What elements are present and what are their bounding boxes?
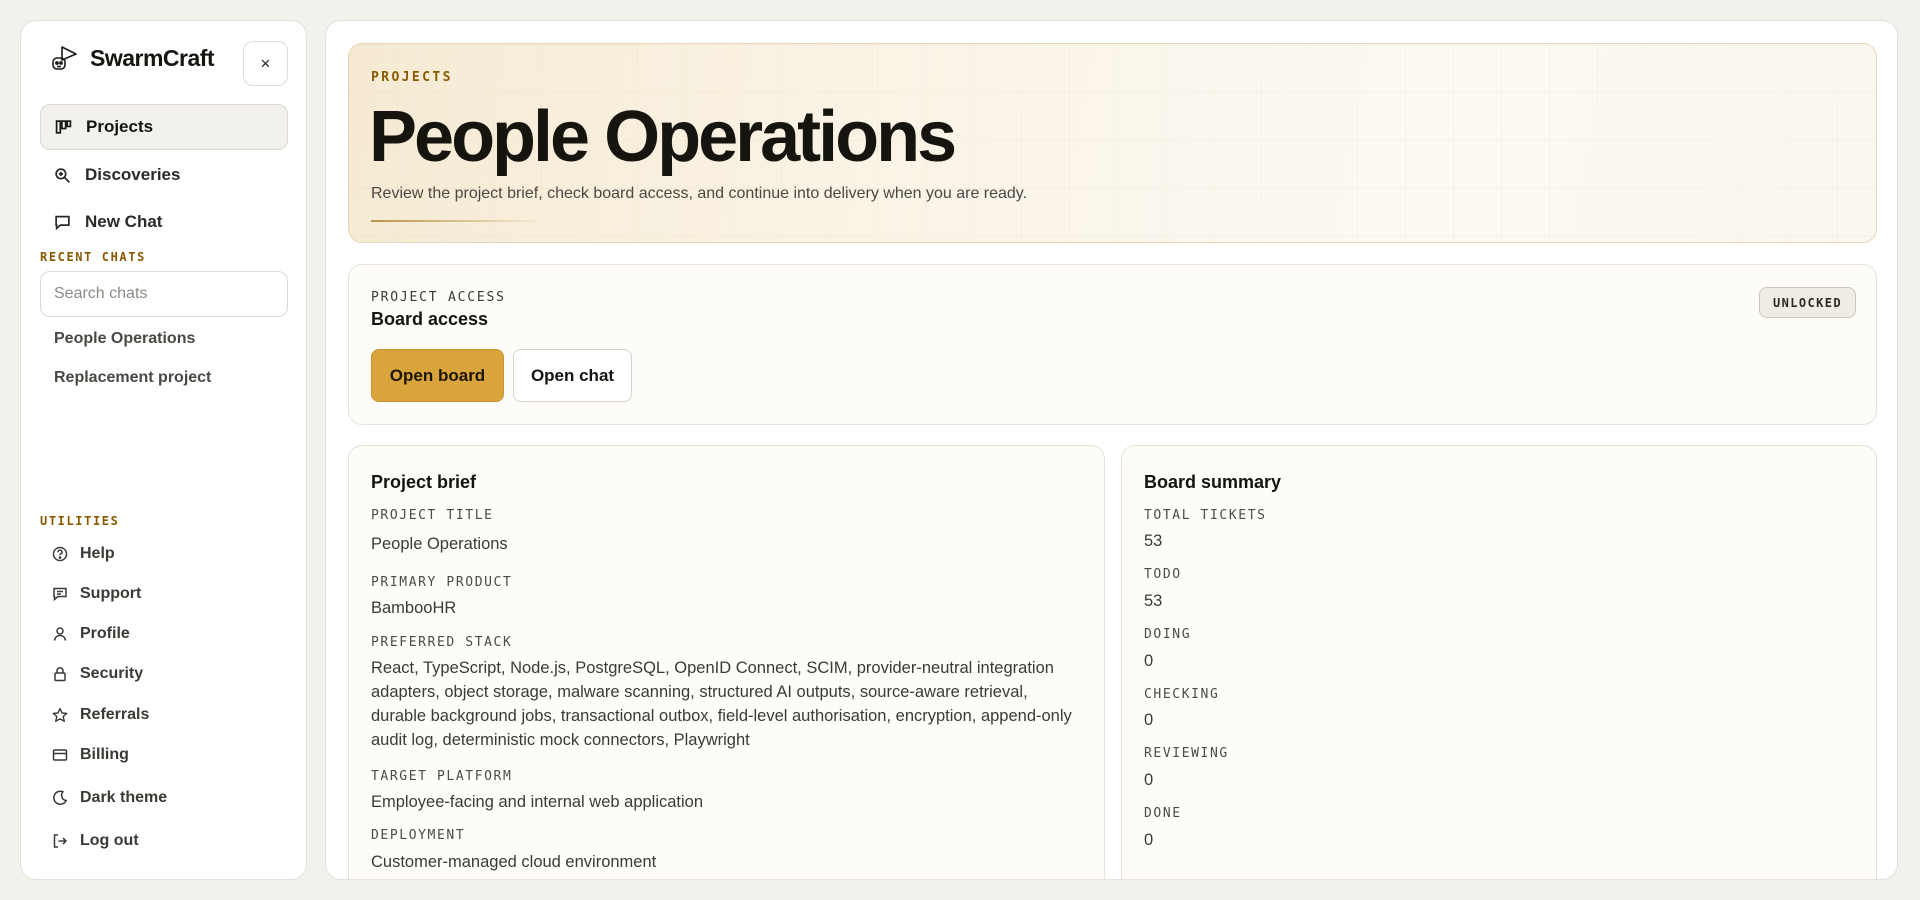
field-label: PRIMARY PRODUCT (371, 575, 513, 590)
stat-label: TOTAL TICKETS (1144, 508, 1267, 523)
field-label: TARGET PLATFORM (371, 769, 513, 784)
field-value: Customer-managed cloud environment (371, 853, 657, 871)
stat-value: 0 (1144, 711, 1154, 729)
field-value: React, TypeScript, Node.js, PostgreSQL, … (371, 659, 1072, 749)
util-item-profile[interactable]: Profile (40, 616, 288, 652)
util-item-label: Help (80, 545, 115, 562)
search-zoom-icon (55, 167, 71, 183)
moon-icon (53, 790, 68, 805)
stat-value: 53 (1144, 532, 1163, 550)
recent-chat-item[interactable]: People Operations (54, 330, 195, 348)
project-hero: PROJECTS People Operations Review the pr… (348, 43, 1877, 243)
nav-item-label: New Chat (85, 212, 163, 231)
open-chat-button[interactable]: Open chat (513, 349, 632, 402)
util-item-dark-theme[interactable]: Dark theme (40, 780, 288, 816)
search-chats-input[interactable] (40, 271, 288, 317)
stat-label: REVIEWING (1144, 746, 1229, 761)
project-brief-card: Project brief PROJECT TITLE People Opera… (348, 445, 1105, 879)
field-label: PREFERRED STACK (371, 635, 513, 650)
close-sidebar-button[interactable]: × (243, 41, 288, 86)
util-item-security[interactable]: Security (40, 656, 288, 692)
page-title: People Operations (369, 97, 957, 177)
stat-value: 0 (1144, 771, 1154, 789)
logout-icon (53, 834, 68, 848)
stat-label: CHECKING (1144, 687, 1220, 702)
util-item-referrals[interactable]: Referrals (40, 697, 288, 733)
util-item-label: Billing (80, 746, 129, 763)
help-circle-icon (52, 546, 68, 562)
main-panel: PROJECTS People Operations Review the pr… (325, 20, 1898, 880)
nav-item-discoveries[interactable]: Discoveries (40, 152, 288, 198)
close-icon: × (260, 53, 271, 73)
stat-value: 0 (1144, 831, 1154, 849)
lock-icon (54, 667, 66, 682)
card-title: Project brief (371, 472, 477, 492)
util-item-label: Referrals (80, 706, 150, 723)
util-item-log-out[interactable]: Log out (40, 823, 288, 859)
stat-label: TODO (1144, 567, 1182, 582)
field-value: Employee-facing and internal web applica… (371, 793, 704, 811)
star-icon (52, 707, 68, 722)
util-item-label: Dark theme (80, 789, 168, 806)
access-title: Board access (371, 309, 489, 329)
util-item-billing[interactable]: Billing (40, 737, 288, 773)
chat-bubble-icon (55, 215, 70, 230)
field-label: PROJECT TITLE (371, 508, 494, 523)
open-board-button[interactable]: Open board (371, 349, 504, 402)
stat-value: 53 (1144, 592, 1163, 610)
util-item-label: Profile (80, 625, 130, 642)
hero-description: Review the project brief, check board ac… (371, 185, 1028, 202)
nav-item-label: Projects (86, 117, 154, 136)
stat-value: 0 (1144, 652, 1154, 670)
card-title: Board summary (1144, 472, 1282, 492)
hero-kicker: PROJECTS (371, 70, 453, 85)
stat-label: DOING (1144, 627, 1192, 642)
util-item-label: Log out (80, 832, 139, 849)
util-item-label: Security (80, 665, 144, 682)
support-chat-icon (53, 587, 67, 602)
field-value: BambooHR (371, 599, 457, 617)
field-value: People Operations (371, 535, 508, 553)
field-label: DEPLOYMENT (371, 828, 466, 843)
nav-item-label: Discoveries (85, 165, 181, 184)
brand-name: SwarmCraft (90, 44, 215, 71)
util-item-label: Support (80, 585, 142, 602)
nav-item-new-chat[interactable]: New Chat (40, 199, 288, 245)
nav-item-projects[interactable]: Projects (40, 104, 288, 150)
utilities-label: UTILITIES (40, 514, 120, 528)
access-kicker: PROJECT ACCESS (371, 290, 506, 305)
kanban-icon (55, 119, 72, 134)
project-access-card: PROJECT ACCESS Board access UNLOCKED Ope… (348, 264, 1877, 425)
stat-label: DONE (1144, 806, 1182, 821)
recent-chat-item[interactable]: Replacement project (54, 369, 211, 387)
hero-divider (371, 220, 546, 222)
swarmcraft-logo-icon (52, 46, 77, 70)
board-summary-card: Board summary TOTAL TICKETS 53 TODO 53 D… (1121, 445, 1877, 879)
util-item-support[interactable]: Support (40, 576, 288, 612)
sidebar: SwarmCraft × Projects Discoveries New Ch… (20, 20, 307, 880)
recent-chats-label: RECENT CHATS (40, 250, 146, 264)
brand[interactable]: SwarmCraft (48, 41, 215, 75)
util-item-help[interactable]: Help (40, 536, 288, 572)
credit-card-icon (52, 749, 68, 761)
status-badge: UNLOCKED (1759, 287, 1856, 318)
user-icon (53, 627, 67, 641)
